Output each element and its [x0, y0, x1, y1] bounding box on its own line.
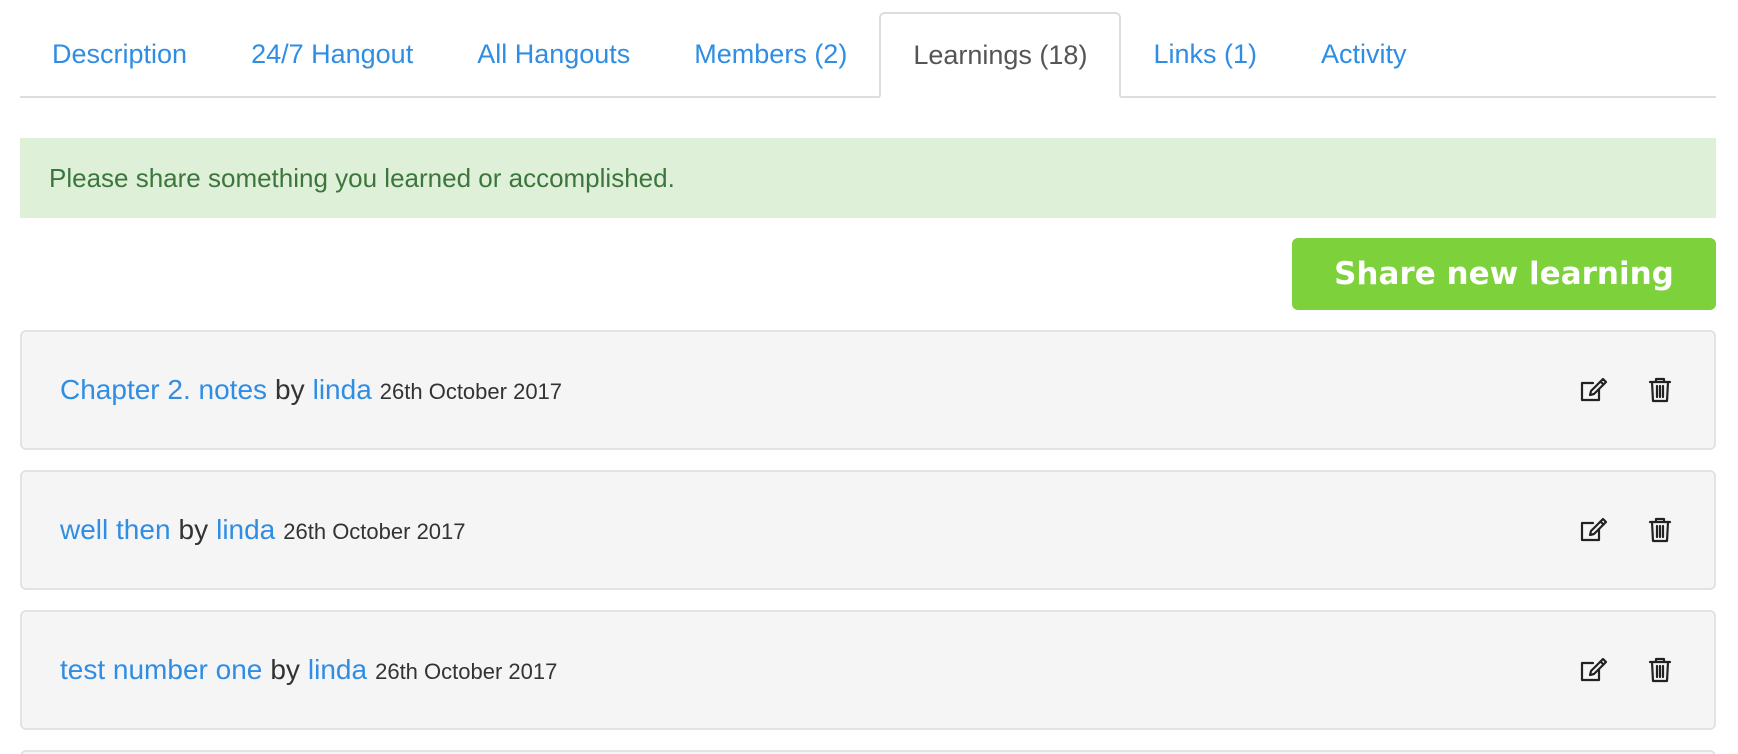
- trash-icon[interactable]: [1644, 654, 1676, 686]
- trash-icon[interactable]: [1644, 374, 1676, 406]
- tab-24-7-hangout[interactable]: 24/7 Hangout: [219, 12, 445, 96]
- learning-item: well then by linda 26th October 2017: [20, 470, 1716, 590]
- learning-actions: [1578, 374, 1676, 406]
- share-new-learning-button[interactable]: Share new learning: [1292, 238, 1716, 310]
- learning-actions: [1578, 514, 1676, 546]
- alert-message: Please share something you learned or ac…: [49, 162, 675, 193]
- learning-item: Chapter 2. notes by linda 26th October 2…: [20, 330, 1716, 450]
- learning-actions: [1578, 654, 1676, 686]
- learning-date: 26th October 2017: [375, 659, 558, 684]
- trash-icon[interactable]: [1644, 514, 1676, 546]
- learning-summary: Chapter 2. notes by linda 26th October 2…: [60, 374, 1578, 406]
- tab-all-hangouts[interactable]: All Hangouts: [445, 12, 662, 96]
- edit-icon[interactable]: [1578, 654, 1610, 686]
- tab-activity[interactable]: Activity: [1289, 12, 1439, 96]
- author-link[interactable]: linda: [308, 654, 367, 686]
- author-link[interactable]: linda: [313, 374, 372, 406]
- share-prompt-alert: Please share something you learned or ac…: [20, 138, 1716, 218]
- author-link[interactable]: linda: [216, 514, 275, 546]
- tab-learnings[interactable]: Learnings (18): [879, 12, 1122, 98]
- learning-date: 26th October 2017: [283, 519, 466, 544]
- learning-title-link[interactable]: well then: [60, 514, 171, 546]
- learning-summary: test number one by linda 26th October 20…: [60, 654, 1578, 686]
- by-text: by: [275, 374, 305, 405]
- learning-title-link[interactable]: Chapter 2. notes: [60, 374, 267, 406]
- learning-date: 26th October 2017: [379, 379, 563, 404]
- learning-summary: well then by linda 26th October 2017: [60, 514, 1578, 546]
- by-text: by: [270, 654, 300, 685]
- tab-links[interactable]: Links (1): [1121, 12, 1289, 96]
- by-text: by: [178, 514, 209, 545]
- learning-title-link[interactable]: test number one: [60, 654, 262, 686]
- edit-icon[interactable]: [1578, 374, 1610, 406]
- learnings-page: Description 24/7 Hangout All Hangouts Me…: [0, 0, 1738, 754]
- learning-item-partial: [20, 750, 1716, 754]
- project-tabs: Description 24/7 Hangout All Hangouts Me…: [20, 12, 1716, 98]
- learning-item: test number one by linda 26th October 20…: [20, 610, 1716, 730]
- tab-members[interactable]: Members (2): [662, 12, 879, 96]
- edit-icon[interactable]: [1578, 514, 1610, 546]
- tab-description[interactable]: Description: [20, 12, 219, 96]
